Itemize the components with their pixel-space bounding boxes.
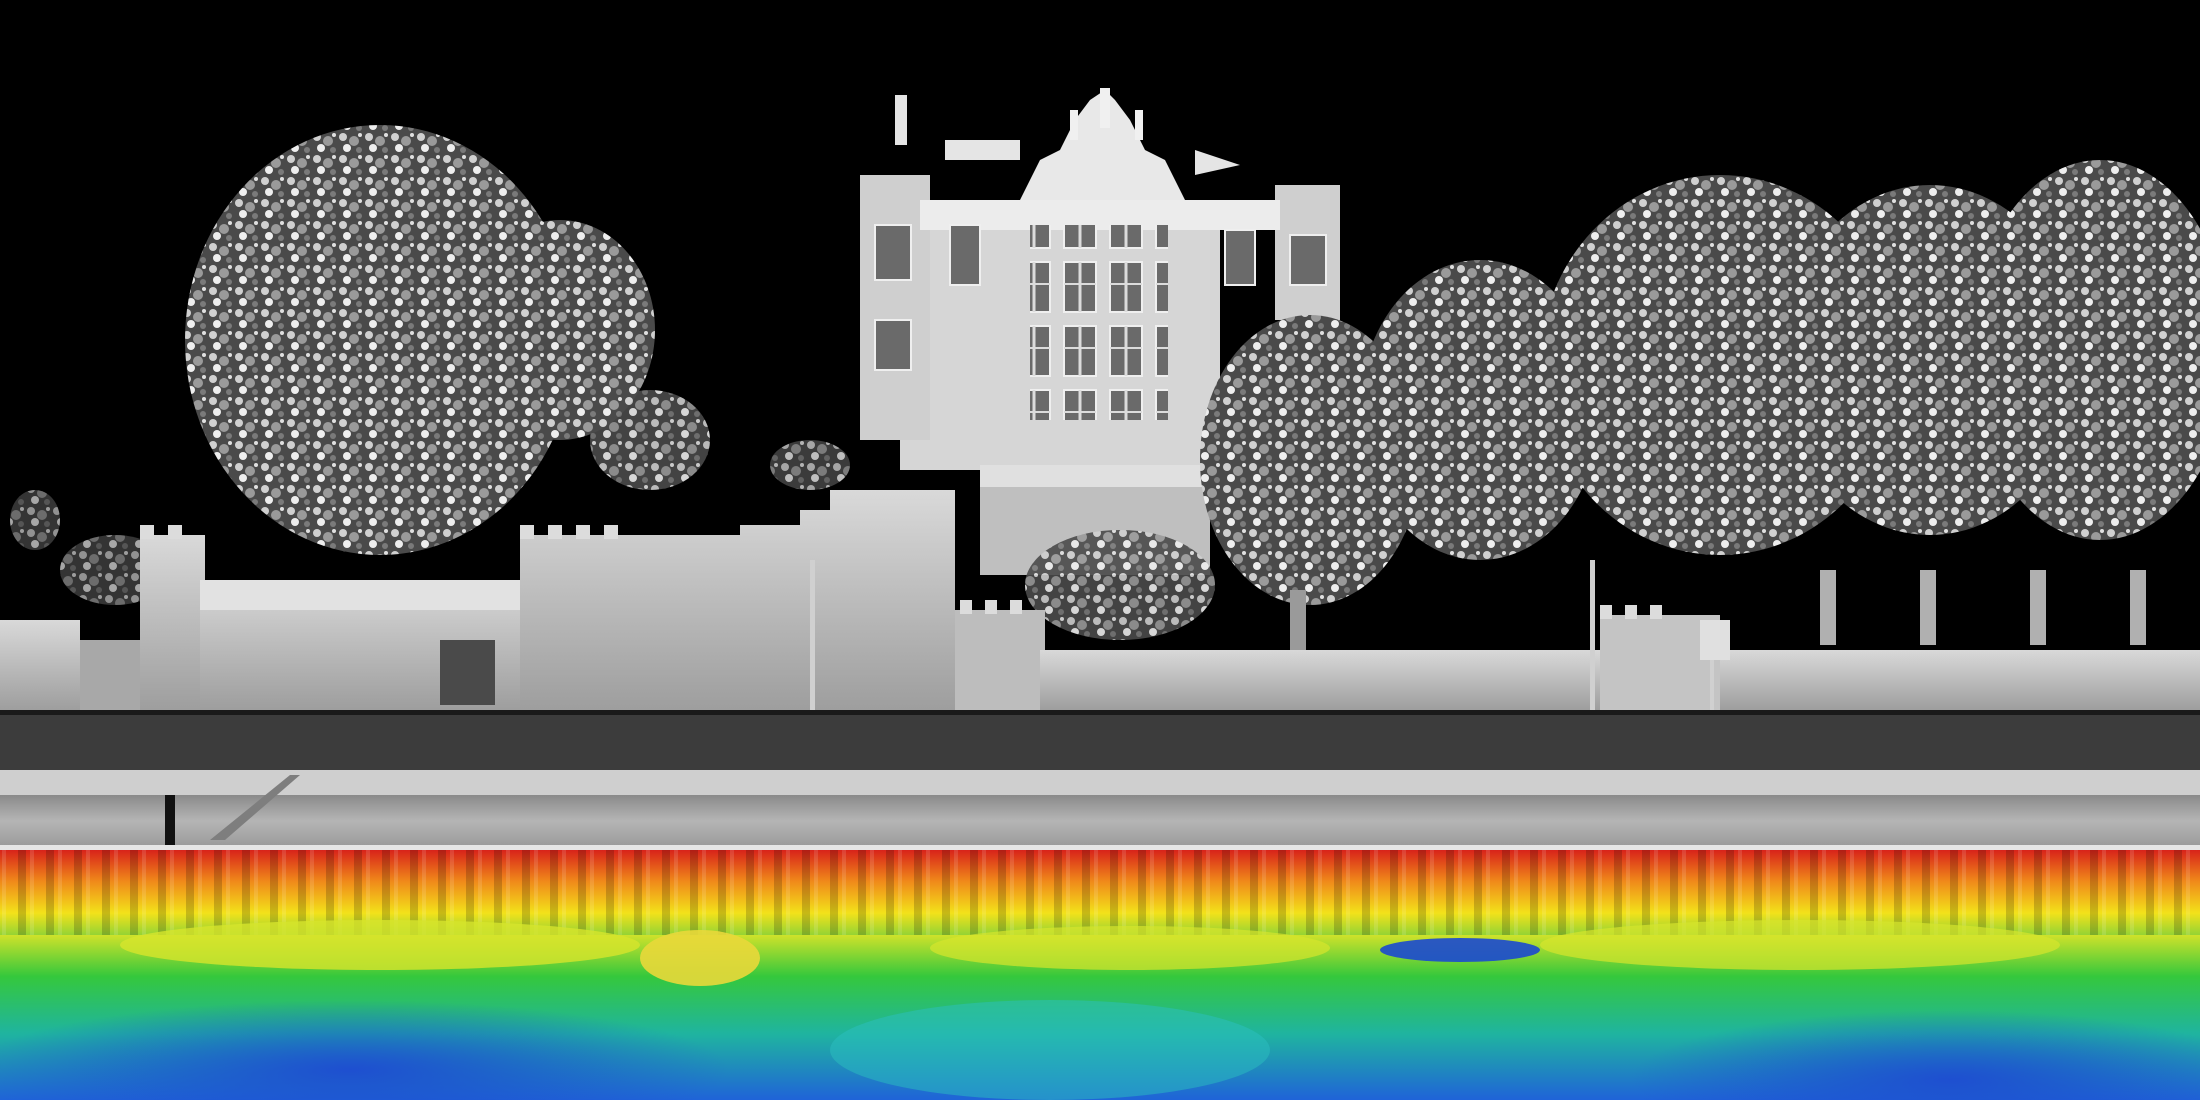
riverbed-bathymetry xyxy=(0,920,2200,1100)
lidar-scan-image xyxy=(0,0,2200,1100)
promenade xyxy=(0,710,2200,853)
